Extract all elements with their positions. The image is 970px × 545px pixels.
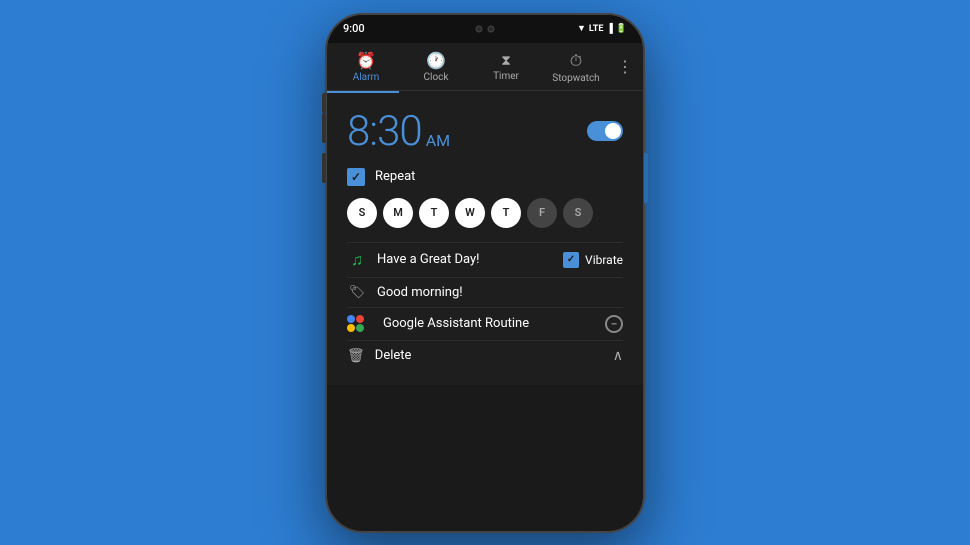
repeat-label: Repeat <box>375 169 415 184</box>
wifi-icon: ▼ <box>577 23 586 34</box>
clock-tab-icon: 🕐 <box>426 51 446 70</box>
label-row[interactable]: 🏷 Good morning! <box>347 277 623 307</box>
alarm-time-display: 8:30 AM <box>347 107 450 156</box>
day-saturday[interactable]: S <box>563 198 593 228</box>
checkmark-icon: ✓ <box>351 171 361 183</box>
vibrate-row[interactable]: ✓ Vibrate <box>563 252 623 268</box>
tab-clock[interactable]: 🕐 Clock <box>401 43 471 89</box>
delete-label: Delete <box>375 348 603 363</box>
more-menu-button[interactable]: ⋮ <box>611 49 639 84</box>
alarm-toggle[interactable] <box>587 121 623 141</box>
camera-dot-2 <box>488 25 495 32</box>
stopwatch-tab-icon: ⏱ <box>570 51 582 71</box>
delete-row[interactable]: 🗑 Delete ∧ <box>347 340 623 371</box>
volume-down-button[interactable] <box>322 153 326 183</box>
days-row: S M T W T F S <box>347 198 623 228</box>
day-saturday-letter: S <box>575 206 582 219</box>
tab-stopwatch[interactable]: ⏱ Stopwatch <box>541 43 611 90</box>
alarm-time-value: 8:30 <box>347 107 422 156</box>
sound-label: Have a Great Day! <box>377 252 553 267</box>
label-icon: 🏷 <box>347 285 367 300</box>
phone-wrapper: 9:00 ▼ LTE ▐ 🔋 ⏰ Alarm 🕐 Clock <box>325 13 645 533</box>
day-friday-letter: F <box>539 206 545 219</box>
toggle-knob <box>605 123 621 139</box>
battery-icon: 🔋 <box>616 24 627 34</box>
tab-alarm[interactable]: ⏰ Alarm <box>331 43 401 89</box>
vibrate-label: Vibrate <box>585 253 623 267</box>
day-tuesday[interactable]: T <box>419 198 449 228</box>
phone-outer: 9:00 ▼ LTE ▐ 🔋 ⏰ Alarm 🕐 Clock <box>325 13 645 533</box>
vibrate-checkmark: ✓ <box>567 254 575 265</box>
alarm-period: AM <box>426 131 450 150</box>
alarm-tab-label: Alarm <box>353 72 380 83</box>
stopwatch-tab-label: Stopwatch <box>552 73 599 84</box>
signal-bars: ▐ <box>606 23 612 34</box>
vibrate-checkbox[interactable]: ✓ <box>563 252 579 268</box>
tabs-bar: ⏰ Alarm 🕐 Clock ⧗ Timer ⏱ Stopwatch ⋮ <box>327 43 643 91</box>
volume-up-button[interactable] <box>322 113 326 143</box>
day-tuesday-letter: T <box>431 206 438 219</box>
alarm-label-text: Good morning! <box>377 285 623 300</box>
google-assistant-icon <box>347 315 367 332</box>
status-time: 9:00 <box>343 22 365 35</box>
day-sunday[interactable]: S <box>347 198 377 228</box>
repeat-checkbox[interactable]: ✓ <box>347 168 365 186</box>
timer-tab-icon: ⧗ <box>501 53 511 69</box>
repeat-row: ✓ Repeat <box>347 168 623 186</box>
minus-button[interactable]: − <box>605 315 623 333</box>
day-thursday[interactable]: T <box>491 198 521 228</box>
day-monday-letter: M <box>393 206 403 219</box>
camera-dot-1 <box>476 25 483 32</box>
volume-silent-button[interactable] <box>322 93 326 113</box>
chevron-up-icon[interactable]: ∧ <box>613 348 623 364</box>
clock-tab-label: Clock <box>424 72 449 83</box>
spotify-icon: ♫ <box>347 250 367 270</box>
tab-timer[interactable]: ⧗ Timer <box>471 45 541 88</box>
day-wednesday[interactable]: W <box>455 198 485 228</box>
status-bar: 9:00 ▼ LTE ▐ 🔋 <box>327 15 643 43</box>
alarm-tab-icon: ⏰ <box>356 51 376 70</box>
tab-underline-row <box>327 91 643 93</box>
power-button[interactable] <box>644 153 648 203</box>
day-wednesday-letter: W <box>465 206 475 219</box>
delete-icon: 🗑 <box>347 348 365 364</box>
timer-tab-label: Timer <box>493 71 519 82</box>
day-monday[interactable]: M <box>383 198 413 228</box>
day-thursday-letter: T <box>503 206 510 219</box>
alarm-time-row: 8:30 AM <box>347 107 623 156</box>
day-sunday-letter: S <box>359 206 366 219</box>
camera-area <box>476 25 495 32</box>
status-icons: ▼ LTE ▐ 🔋 <box>577 23 627 34</box>
assistant-row[interactable]: Google Assistant Routine − <box>347 307 623 340</box>
lte-icon: LTE <box>589 24 604 34</box>
sound-row[interactable]: ♫ Have a Great Day! ✓ Vibrate <box>347 242 623 277</box>
content-area: 8:30 AM ✓ Repeat S M <box>327 93 643 385</box>
assistant-label: Google Assistant Routine <box>383 316 595 331</box>
day-friday[interactable]: F <box>527 198 557 228</box>
